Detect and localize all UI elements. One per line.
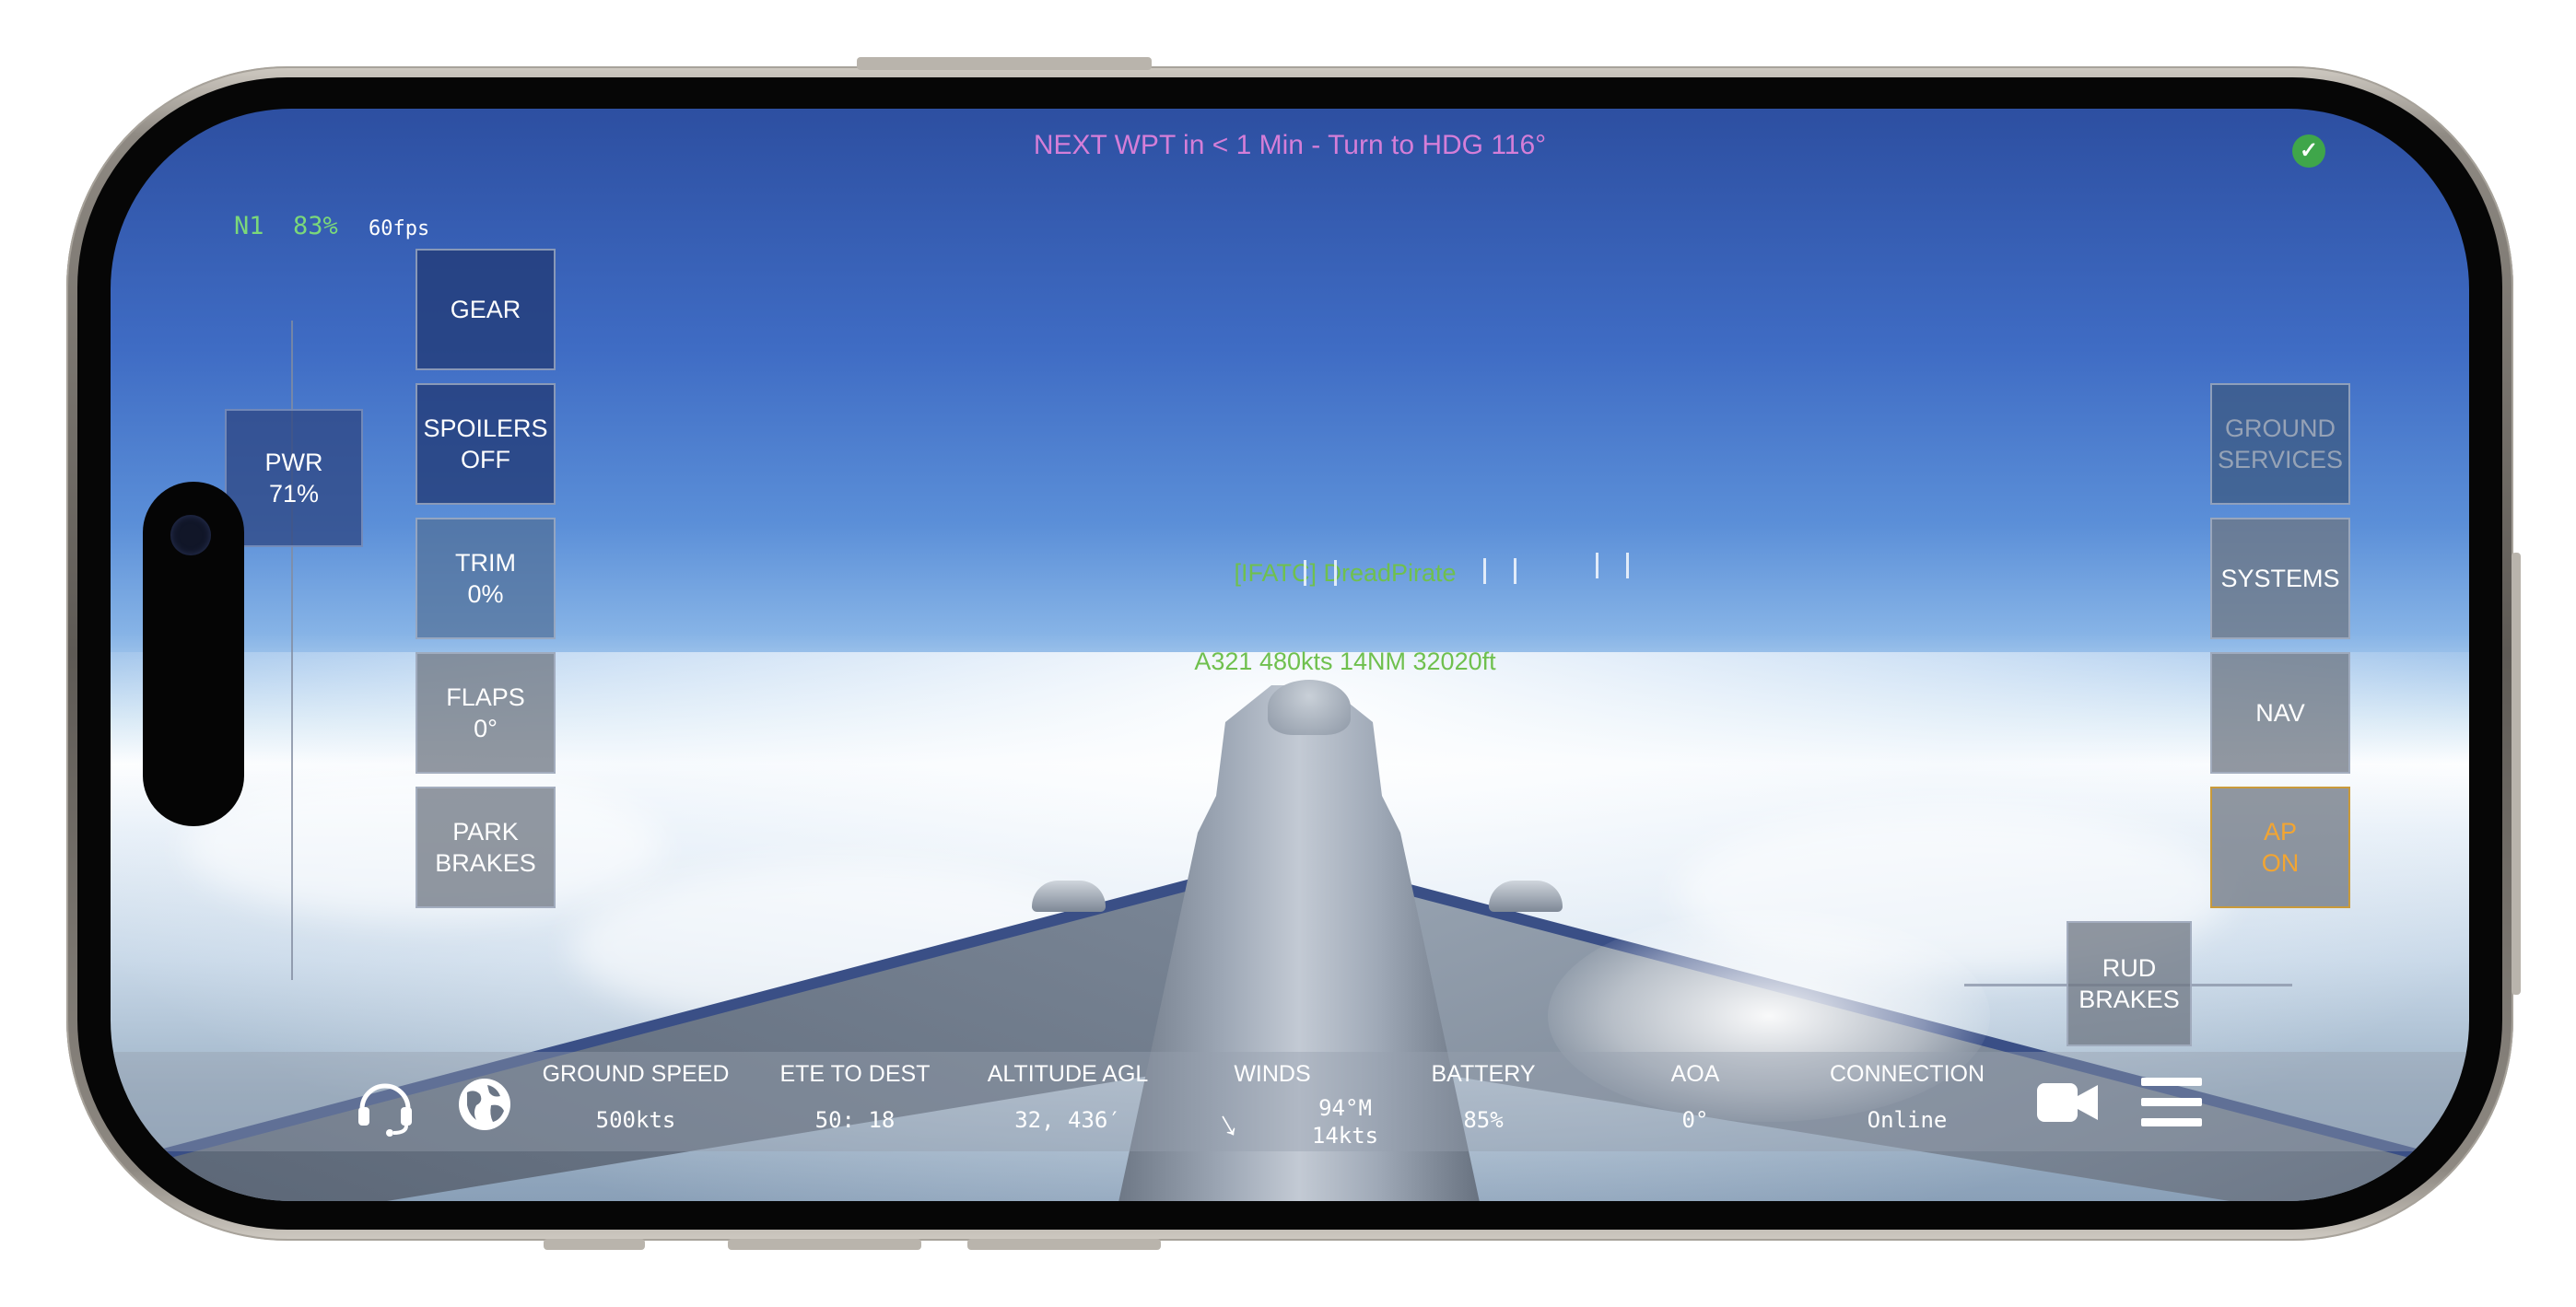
autopilot-state: ON xyxy=(2261,849,2300,877)
throttle-handle[interactable]: PWR 71% xyxy=(225,409,363,547)
nav-button[interactable]: NAV xyxy=(2210,652,2350,774)
flaps-value: 0° xyxy=(474,715,498,742)
gear-button[interactable]: GEAR xyxy=(416,249,556,370)
ground-services-button[interactable]: GROUND SERVICES xyxy=(2210,383,2350,505)
traffic-label[interactable]: [IFATC] DreadPirate A321 480kts 14NM 320… xyxy=(1087,499,1603,735)
phone-side-button xyxy=(2512,553,2521,995)
waypoint-message: NEXT WPT in < 1 Min - Turn to HDG 116° xyxy=(1033,130,1547,160)
trim-value: 0% xyxy=(467,580,504,608)
autopilot-button[interactable]: AP ON xyxy=(2210,787,2350,908)
ground-services-label: GROUND xyxy=(2225,414,2336,442)
spoilers-state: OFF xyxy=(461,446,510,473)
game-viewport[interactable]: NEXT WPT in < 1 Min - Turn to HDG 116° ✓… xyxy=(111,109,2469,1201)
target-bracket xyxy=(1304,560,1337,586)
ground-speed-value: 500kts xyxy=(595,1107,676,1133)
aircraft-engine xyxy=(1489,881,1563,912)
systems-button[interactable]: SYSTEMS xyxy=(2210,518,2350,639)
connection-value: Online xyxy=(1867,1107,1948,1133)
battery-value: 85% xyxy=(1463,1107,1504,1133)
ete-value: 50: 18 xyxy=(814,1107,896,1133)
park-brakes-label: PARK xyxy=(452,818,519,846)
nav-label: NAV xyxy=(2255,699,2305,727)
aircraft-engine xyxy=(1032,881,1106,912)
rudder-brakes-button[interactable]: RUD BRAKES xyxy=(2067,921,2192,1046)
park-brakes-button[interactable]: PARK BRAKES xyxy=(416,787,556,908)
power-label: PWR xyxy=(264,449,323,476)
traffic-callsign: [IFATC] DreadPirate xyxy=(1234,559,1457,587)
flaps-button[interactable]: FLAPS 0° xyxy=(416,652,556,774)
power-value: 71% xyxy=(268,480,320,508)
ground-speed-label: GROUND SPEED xyxy=(542,1061,730,1087)
flaps-label: FLAPS xyxy=(446,683,525,711)
globe-icon[interactable] xyxy=(456,1076,513,1133)
connection-label: CONNECTION xyxy=(1829,1061,1985,1087)
phone-side-button xyxy=(857,57,1152,70)
ground-services-label-2: SERVICES xyxy=(2217,446,2344,473)
systems-label: SYSTEMS xyxy=(2220,565,2340,592)
video-camera-icon[interactable] xyxy=(2035,1079,2100,1126)
ete-label: ETE TO DEST xyxy=(779,1061,931,1087)
phone-side-button xyxy=(967,1239,1161,1250)
check-circle-icon[interactable]: ✓ xyxy=(2292,134,2325,168)
battery-label: BATTERY xyxy=(1431,1061,1536,1087)
phone-side-button xyxy=(544,1239,645,1250)
altitude-label: ALTITUDE AGL xyxy=(987,1061,1149,1087)
n1-value: 83% xyxy=(293,212,338,240)
winds-label: WINDS xyxy=(1234,1061,1311,1087)
traffic-details: A321 480kts 14NM 32020ft xyxy=(1194,648,1496,675)
hamburger-menu-icon[interactable] xyxy=(2141,1076,2202,1129)
dynamic-island xyxy=(143,482,244,826)
headset-icon[interactable] xyxy=(353,1072,417,1137)
aoa-label: AOA xyxy=(1670,1061,1720,1087)
autopilot-label: AP xyxy=(2263,818,2298,846)
fps-counter: 60fps xyxy=(369,217,430,240)
spoilers-label: SPOILERS xyxy=(423,414,548,442)
gear-label: GEAR xyxy=(450,296,521,323)
rud-brakes-label-2: BRAKES xyxy=(2078,986,2180,1013)
rud-brakes-label: RUD xyxy=(2102,954,2157,982)
camera-lens-icon xyxy=(170,515,211,555)
n1-label: N1 xyxy=(234,212,264,240)
park-brakes-label-2: BRAKES xyxy=(435,849,536,877)
phone-side-button xyxy=(728,1239,921,1250)
altitude-value: 32, 436′ xyxy=(1014,1107,1121,1133)
target-bracket xyxy=(1483,558,1516,584)
spoilers-button[interactable]: SPOILERS OFF xyxy=(416,383,556,505)
trim-label: TRIM xyxy=(455,549,516,577)
target-bracket xyxy=(1596,553,1629,578)
trim-button[interactable]: TRIM 0% xyxy=(416,518,556,639)
aoa-value: 0° xyxy=(1681,1107,1709,1133)
